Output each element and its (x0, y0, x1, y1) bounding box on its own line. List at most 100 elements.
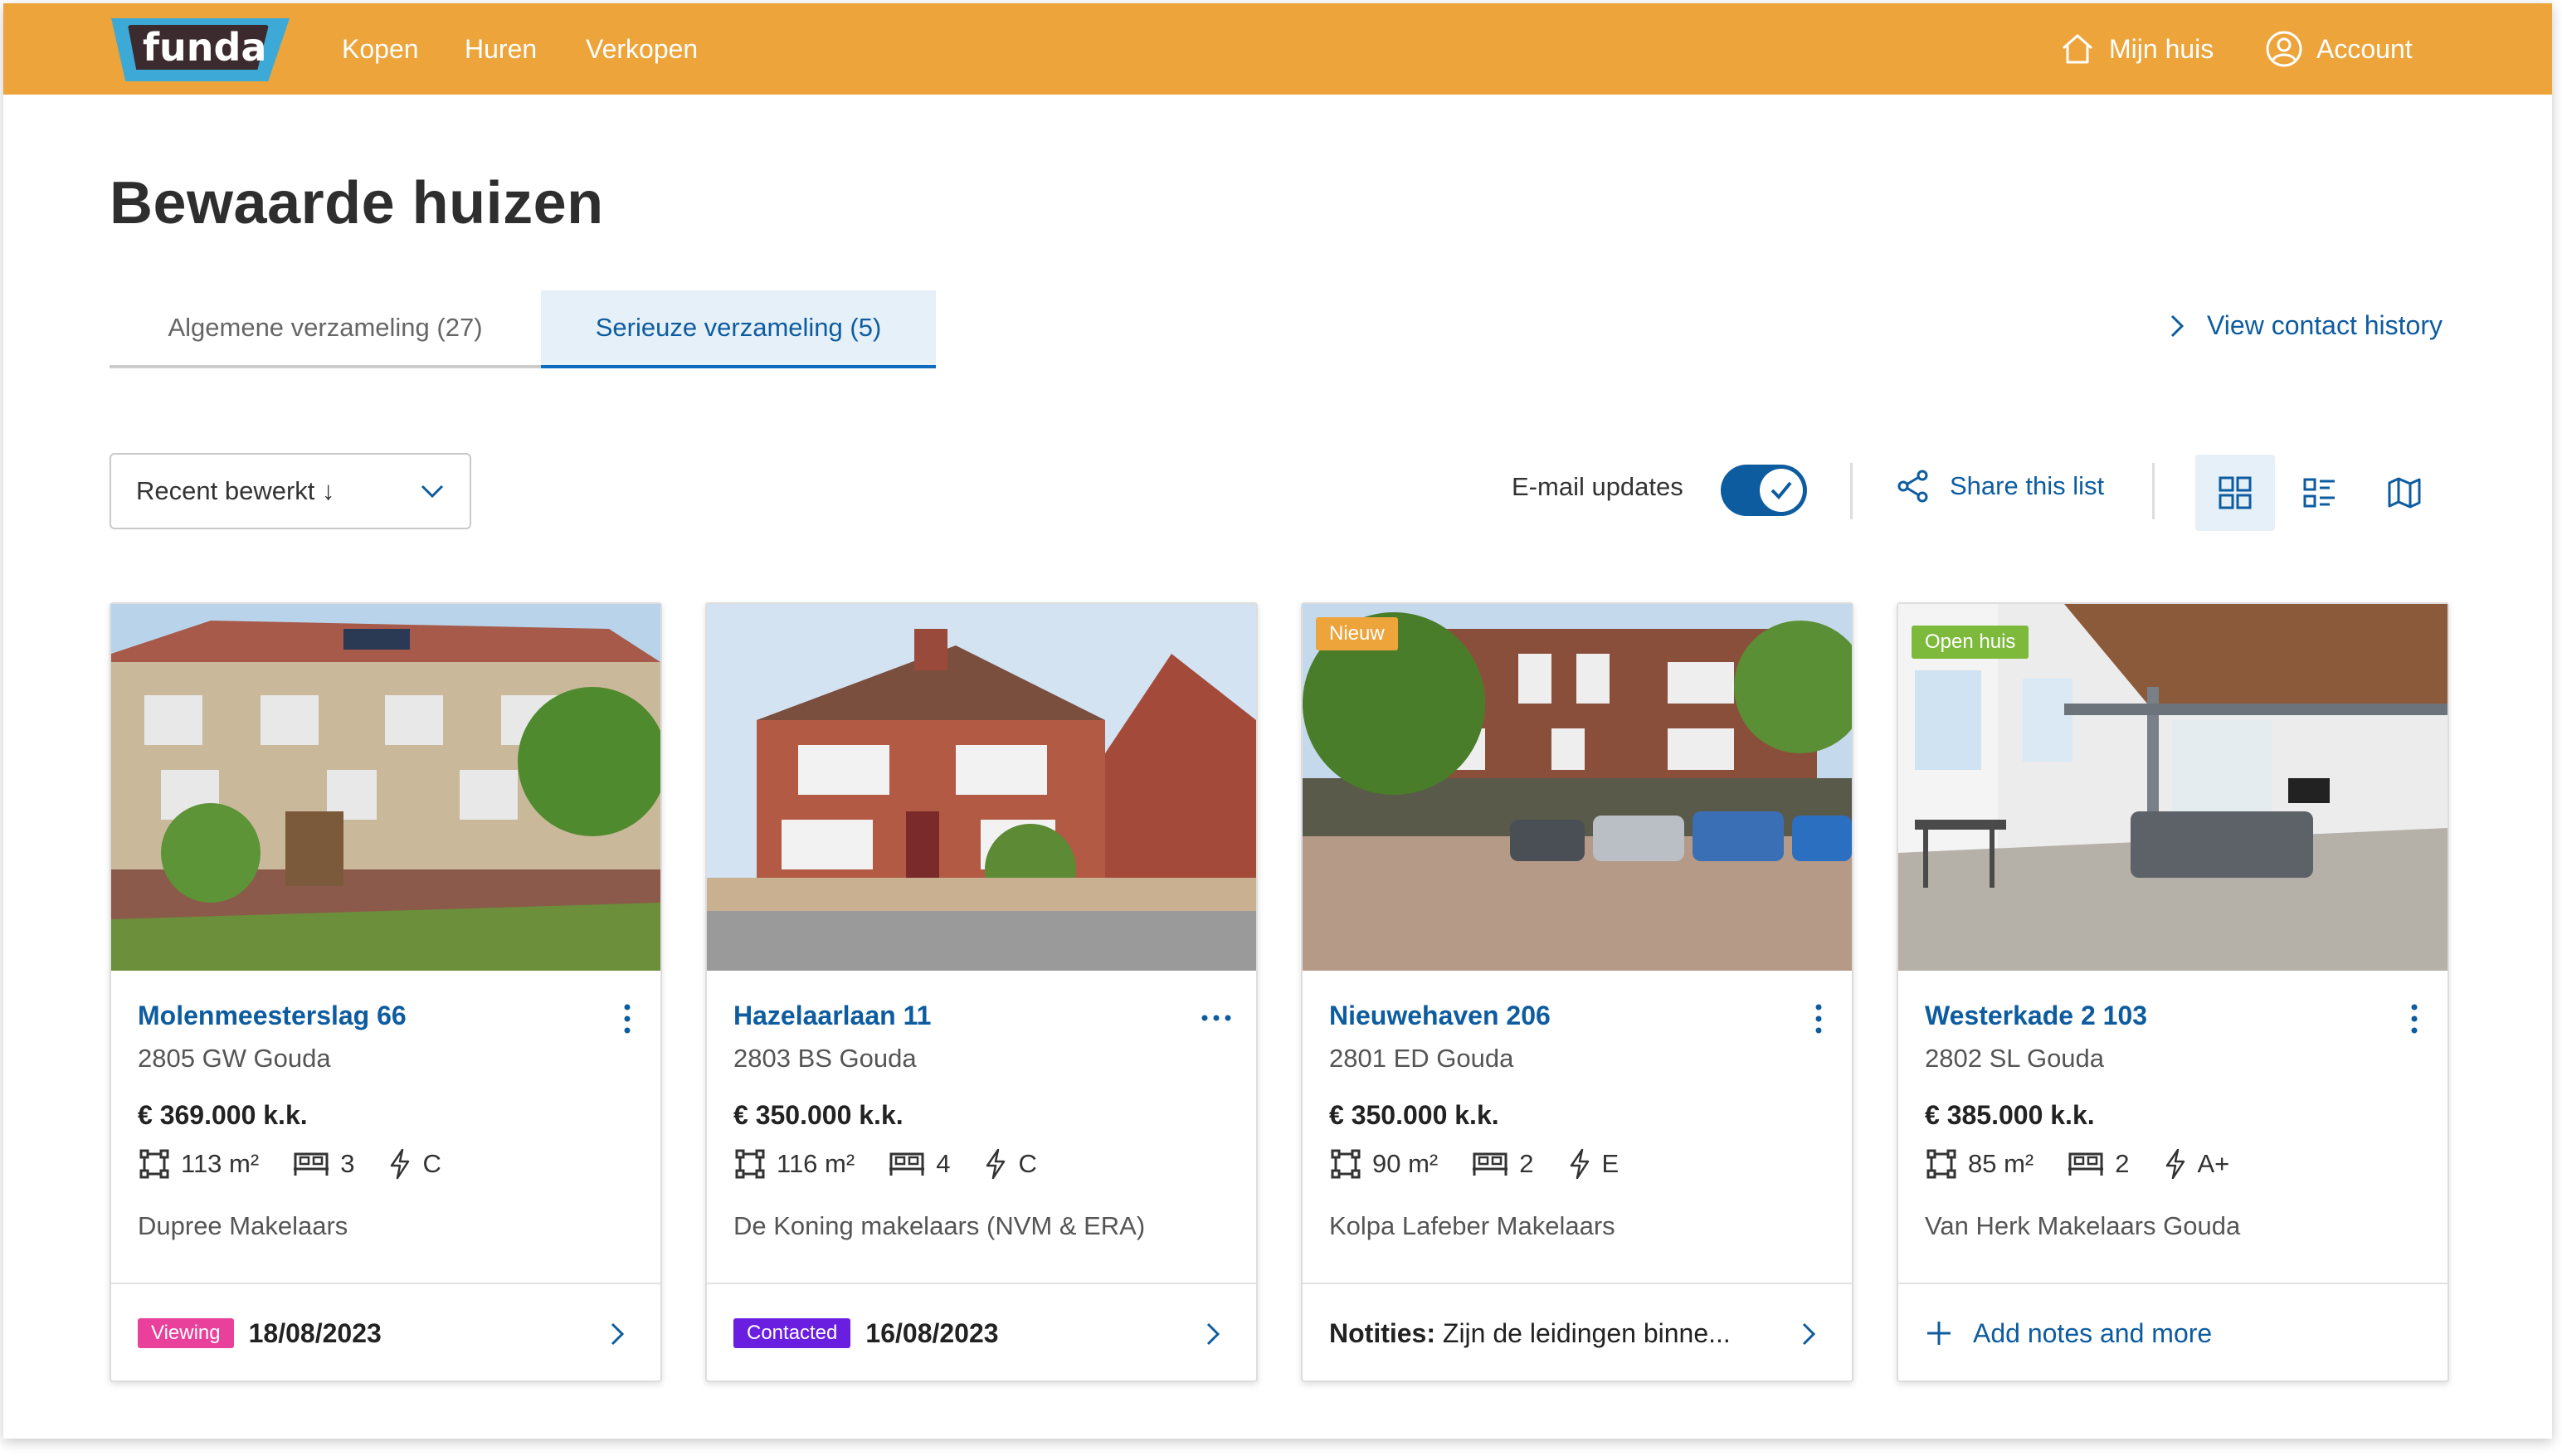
listing-agent[interactable]: Kolpa Lafeber Makelaars (1329, 1211, 1615, 1241)
energy-label-icon (391, 1148, 410, 1180)
listing-status-row[interactable]: Contacted 16/08/2023 (707, 1283, 1256, 1382)
mijn-huis-link[interactable]: Mijn huis (2059, 3, 2214, 95)
bed-icon (294, 1152, 329, 1176)
listing-status-row[interactable]: Viewing 18/08/2023 (111, 1283, 660, 1382)
listing-agent[interactable]: Van Herk Makelaars Gouda (1925, 1211, 2240, 1241)
listing-address[interactable]: Molenmeesterslag 66 (138, 1001, 407, 1031)
listing-bedrooms: 2 (2115, 1149, 2130, 1178)
app-window: funda Kopen Huren Verkopen Mijn huis Acc… (3, 3, 2552, 1439)
listing-agent[interactable]: Dupree Makelaars (138, 1211, 348, 1241)
listing-postcode-city: 2803 BS Gouda (733, 1044, 917, 1073)
listing-price: € 369.000 k.k. (138, 1100, 308, 1130)
listing-postcode-city: 2801 ED Gouda (1329, 1044, 1514, 1073)
listing-features: 113 m² 3 C (138, 1147, 475, 1181)
listing-photo[interactable] (111, 604, 660, 971)
nav-verkopen[interactable]: Verkopen (586, 3, 698, 95)
bed-icon (889, 1152, 925, 1176)
listing-card[interactable]: Molenmeesterslag 66 2805 GW Gouda € 369.… (110, 602, 662, 1382)
area-icon (139, 1149, 169, 1179)
listing-agent[interactable]: De Koning makelaars (NVM & ERA) (733, 1211, 1145, 1241)
area-icon (735, 1149, 765, 1179)
sort-dropdown[interactable]: Recent bewerkt ↓ (110, 453, 471, 529)
listing-area: 85 m² (1968, 1149, 2034, 1178)
energy-label-icon (1570, 1148, 1589, 1180)
email-updates-toggle[interactable] (1721, 465, 1807, 516)
listing-area: 113 m² (181, 1149, 260, 1178)
listing-energy-label: C (422, 1149, 441, 1178)
toolbar-divider (1850, 463, 1853, 519)
logo-text: funda (143, 25, 267, 70)
add-notes-row[interactable]: Add notes and more (1898, 1283, 2448, 1382)
nav-huren[interactable]: Huren (465, 3, 537, 95)
email-updates-label: E-mail updates (1512, 472, 1683, 501)
list-view-button[interactable] (2280, 455, 2360, 531)
listing-address[interactable]: Nieuwehaven 206 (1329, 1001, 1551, 1031)
tab-serieuze-verzameling[interactable]: Serieuze verzameling (5) (541, 290, 936, 368)
listing-photo[interactable] (1898, 604, 2448, 971)
account-label: Account (2316, 33, 2413, 64)
energy-label-icon (986, 1148, 1006, 1180)
share-icon (1897, 470, 1928, 503)
status-badge: Viewing (138, 1318, 234, 1348)
grid-view-button[interactable] (2195, 455, 2275, 531)
listing-photo[interactable] (1303, 604, 1852, 971)
listing-photo[interactable] (707, 604, 1256, 971)
chevron-right-icon (2170, 314, 2185, 337)
listing-menu-button[interactable] (1200, 1012, 1233, 1028)
view-contact-history-label: View contact history (2207, 310, 2443, 340)
status-date: 18/08/2023 (248, 1317, 382, 1348)
listing-energy-label: A+ (2197, 1149, 2230, 1178)
sort-selected-value: Recent bewerkt ↓ (136, 476, 335, 505)
listing-features: 116 m² 4 C (733, 1147, 1070, 1181)
listing-card[interactable]: Open huis Westerkade 2 103 2802 SL Gouda… (1897, 602, 2449, 1382)
listing-features: 85 m² 2 A+ (1925, 1147, 2262, 1181)
tab-algemene-verzameling[interactable]: Algemene verzameling (27) (110, 290, 541, 368)
mijn-huis-label: Mijn huis (2109, 33, 2214, 64)
listing-bedrooms: 4 (936, 1149, 951, 1178)
listing-bedrooms: 3 (340, 1149, 355, 1178)
view-contact-history-link[interactable]: View contact history (2169, 310, 2443, 341)
plus-icon (1927, 1322, 1951, 1345)
funda-logo[interactable]: funda (111, 18, 290, 81)
list-view-icon (2303, 478, 2335, 508)
top-navigation-bar: funda Kopen Huren Verkopen Mijn huis Acc… (3, 3, 2552, 95)
map-view-button[interactable] (2365, 455, 2444, 531)
status-badge: Contacted (733, 1318, 851, 1348)
nav-kopen[interactable]: Kopen (342, 3, 419, 95)
listing-area: 90 m² (1372, 1149, 1439, 1178)
listing-postcode-city: 2805 GW Gouda (138, 1044, 331, 1073)
chevron-right-icon[interactable] (1800, 1321, 1817, 1347)
listing-address[interactable]: Hazelaarlaan 11 (733, 1001, 931, 1031)
listing-area: 116 m² (777, 1149, 855, 1178)
listing-menu-button[interactable] (1809, 1002, 1829, 1040)
chevron-right-icon[interactable] (609, 1321, 626, 1347)
checkmark-icon (1771, 481, 1792, 499)
grid-view-icon (2219, 476, 2252, 509)
bed-icon (2068, 1152, 2104, 1176)
vertical-dots-icon (1815, 1004, 1822, 1034)
chevron-right-icon[interactable] (1205, 1321, 1221, 1347)
listing-energy-label: E (1601, 1149, 1620, 1178)
vertical-dots-icon (2411, 1004, 2418, 1034)
account-link[interactable]: Account (2265, 3, 2413, 95)
share-list-button[interactable]: Share this list (1895, 468, 2104, 504)
listing-address[interactable]: Westerkade 2 103 (1925, 1001, 2147, 1031)
notes-text: Zijn de leidingen binne... (1435, 1317, 1731, 1348)
listing-price: € 350.000 k.k. (733, 1100, 904, 1130)
open-house-badge: Open huis (1912, 626, 2029, 659)
listing-menu-button[interactable] (617, 1002, 637, 1040)
status-date: 16/08/2023 (865, 1317, 999, 1348)
chevron-down-icon (421, 485, 444, 499)
bed-icon (1473, 1152, 1508, 1176)
listing-card[interactable]: Nieuw Nieuwehaven 206 2801 ED Gouda € 35… (1301, 602, 1853, 1382)
vertical-dots-icon (624, 1004, 631, 1034)
listing-notes-row[interactable]: Notities: Zijn de leidingen binne... (1303, 1283, 1852, 1382)
listing-energy-label: C (1018, 1149, 1037, 1178)
map-view-icon (2388, 477, 2421, 509)
listing-card[interactable]: Hazelaarlaan 11 2803 BS Gouda € 350.000 … (705, 602, 1258, 1382)
add-notes-label[interactable]: Add notes and more (1973, 1318, 2212, 1349)
area-icon (1926, 1149, 1956, 1179)
listing-postcode-city: 2802 SL Gouda (1925, 1044, 2105, 1073)
listing-menu-button[interactable] (2404, 1002, 2424, 1040)
energy-label-icon (2165, 1148, 2185, 1180)
